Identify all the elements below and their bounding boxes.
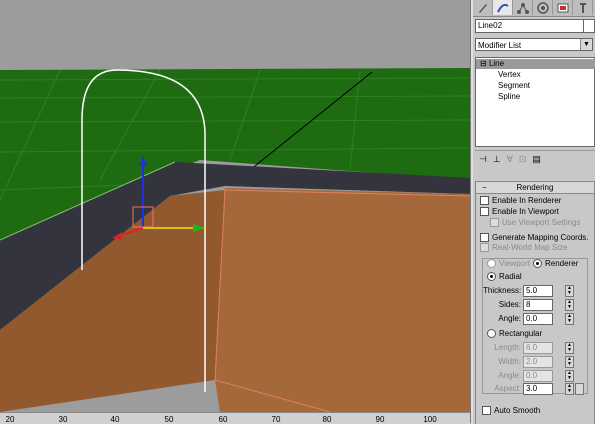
- enable-in-viewport-checkbox[interactable]: Enable In Viewport: [480, 207, 559, 217]
- thickness-label: Thickness:: [483, 286, 522, 295]
- checkbox-box[interactable]: [480, 243, 489, 253]
- show-end-result-icon[interactable]: ⊥: [493, 154, 501, 165]
- generate-mapping-checkbox[interactable]: Generate Mapping Coords.: [480, 233, 589, 243]
- object-name-field[interactable]: Line02: [475, 19, 584, 33]
- sides-label: Sides:: [498, 300, 521, 309]
- checkbox-box[interactable]: [480, 233, 489, 243]
- renderer-radio[interactable]: Renderer: [533, 259, 578, 269]
- length-spinner[interactable]: ▲ ▼: [565, 342, 574, 354]
- modify-icon[interactable]: [493, 0, 513, 15]
- checkbox-box[interactable]: [480, 207, 489, 217]
- chevron-down-icon[interactable]: ▼: [580, 39, 592, 50]
- angle-spinner[interactable]: ▲ ▼: [565, 313, 574, 325]
- thickness-field[interactable]: 5.0: [523, 285, 553, 297]
- aspect-label: Aspect:: [494, 384, 521, 393]
- real-world-map-checkbox[interactable]: Real-World Map Size: [480, 243, 567, 253]
- collapse-icon[interactable]: −: [482, 182, 487, 193]
- rect-angle-label: Angle:: [498, 371, 521, 380]
- remove-modifier-icon[interactable]: ⊡: [519, 154, 527, 165]
- utilities-icon[interactable]: [573, 0, 593, 15]
- radio-button[interactable]: [487, 259, 496, 269]
- viewport-radio[interactable]: Viewport: [487, 259, 530, 269]
- stack-item-label: Line: [488, 59, 505, 68]
- configure-sets-icon[interactable]: ▤: [532, 154, 541, 165]
- checkbox-box[interactable]: [480, 196, 489, 206]
- rect-angle-field[interactable]: 0.0: [523, 370, 553, 382]
- radio-label: Radial: [499, 272, 522, 281]
- radio-button[interactable]: [487, 272, 496, 282]
- object-color-swatch[interactable]: [583, 19, 595, 33]
- box-face: [215, 188, 470, 412]
- perspective-viewport[interactable]: [0, 0, 470, 412]
- stack-item-label: Segment: [498, 81, 531, 90]
- radial-radio[interactable]: Radial: [487, 272, 522, 282]
- checkbox-label: Real-World Map Size: [492, 243, 568, 252]
- stack-toolbar: ⊣ ⊥ ∀ ⊡ ▤: [475, 150, 595, 167]
- modifier-list-dropdown[interactable]: Modifier List ▼: [475, 38, 593, 51]
- modifier-list-label: Modifier List: [478, 41, 522, 50]
- command-panel: Line02 Modifier List ▼ ⊟ Line Vertex Seg…: [473, 0, 595, 424]
- stack-item-line[interactable]: ⊟ Line: [476, 59, 595, 69]
- modifier-stack[interactable]: ⊟ Line Vertex Segment Spline: [475, 57, 595, 147]
- radio-button[interactable]: [533, 259, 542, 269]
- rendering-rollout: − Rendering Enable In Renderer Enable In…: [475, 181, 595, 424]
- render-settings-group: Viewport Renderer Radial Thickness: 5.0 …: [482, 258, 588, 395]
- viewport-scene: [0, 0, 470, 412]
- angle-field[interactable]: 0.0: [523, 313, 553, 325]
- length-label: Length:: [494, 343, 521, 352]
- stack-item-label: Vertex: [498, 70, 521, 79]
- width-field[interactable]: 2.0: [523, 356, 553, 368]
- motion-icon[interactable]: [533, 0, 553, 15]
- aspect-lock-icon[interactable]: [575, 383, 584, 395]
- use-viewport-settings-checkbox[interactable]: Use Viewport Settings: [490, 218, 581, 228]
- sides-field[interactable]: 8: [523, 299, 553, 311]
- checkbox-label: Generate Mapping Coords.: [492, 233, 589, 242]
- aspect-field[interactable]: 3.0: [523, 383, 553, 395]
- rollout-title: Rendering: [516, 183, 554, 192]
- radio-label: Viewport: [499, 259, 530, 268]
- angle-label: Angle:: [498, 314, 521, 323]
- create-icon[interactable]: [473, 0, 493, 15]
- stack-item-spline[interactable]: Spline: [476, 92, 520, 102]
- enable-in-renderer-checkbox[interactable]: Enable In Renderer: [480, 196, 561, 206]
- checkbox-label: Enable In Renderer: [492, 196, 562, 205]
- checkbox-label: Enable In Viewport: [492, 207, 560, 216]
- radio-button[interactable]: [487, 329, 496, 339]
- auto-smooth-checkbox[interactable]: Auto Smooth: [482, 406, 540, 416]
- timeline-ruler[interactable]: 20 30 40 50 60 70 80 90 100: [0, 412, 470, 424]
- radio-label: Renderer: [545, 259, 579, 268]
- checkbox-label: Use Viewport Settings: [502, 218, 581, 227]
- aspect-spinner[interactable]: ▲ ▼: [565, 383, 574, 395]
- checkbox-box[interactable]: [482, 406, 491, 416]
- command-panel-tabs: [473, 0, 595, 17]
- checkbox-box[interactable]: [490, 218, 499, 228]
- collapse-icon[interactable]: ⊟: [480, 59, 487, 68]
- make-unique-icon[interactable]: ∀: [507, 154, 513, 165]
- thickness-spinner[interactable]: ▲ ▼: [565, 285, 574, 297]
- length-field[interactable]: 6.0: [523, 342, 553, 354]
- width-spinner[interactable]: ▲ ▼: [565, 356, 574, 368]
- rendering-rollout-header[interactable]: − Rendering: [476, 182, 594, 194]
- stack-item-label: Spline: [498, 92, 521, 101]
- stack-item-segment[interactable]: Segment: [476, 81, 530, 91]
- pin-stack-icon[interactable]: ⊣: [479, 154, 487, 165]
- stack-item-vertex[interactable]: Vertex: [476, 70, 521, 80]
- sides-spinner[interactable]: ▲ ▼: [565, 299, 574, 311]
- display-icon[interactable]: [553, 0, 573, 15]
- width-label: Width:: [498, 357, 521, 366]
- checkbox-label: Auto Smooth: [494, 406, 541, 415]
- rectangular-radio[interactable]: Rectangular: [487, 329, 542, 339]
- radio-label: Rectangular: [499, 329, 543, 338]
- rect-angle-spinner[interactable]: ▲ ▼: [565, 370, 574, 382]
- hierarchy-icon[interactable]: [513, 0, 533, 15]
